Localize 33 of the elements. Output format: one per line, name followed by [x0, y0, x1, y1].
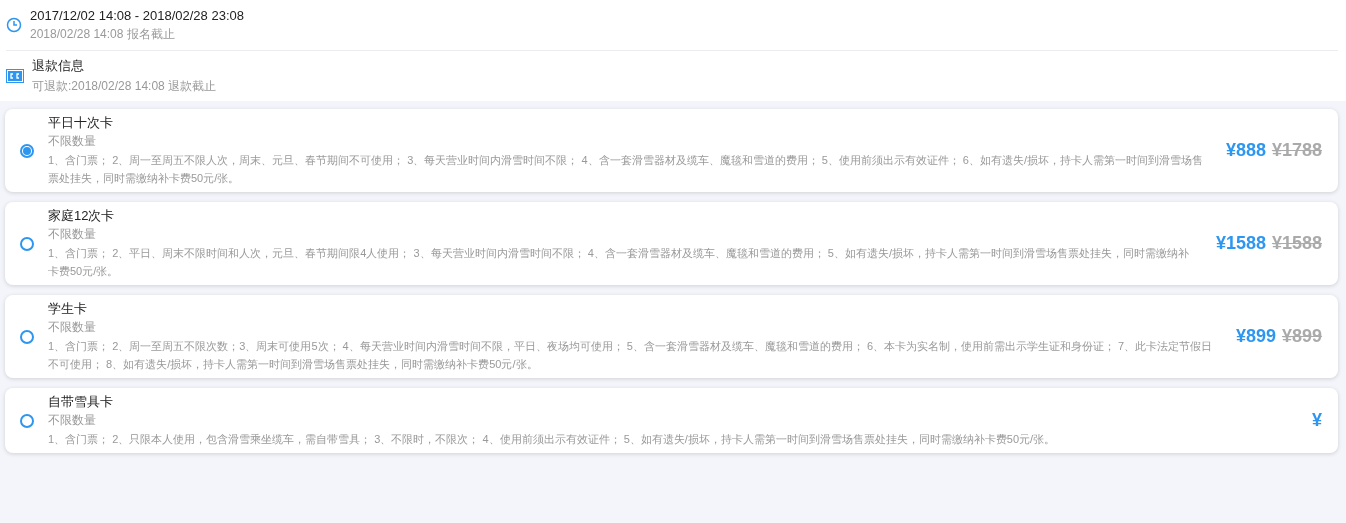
original-price: ¥899 — [1281, 326, 1322, 347]
price: ¥ — [1312, 410, 1322, 431]
info-title: 退款信息 — [32, 57, 85, 75]
price: ¥1588 — [1215, 233, 1266, 254]
price: ¥899 — [1235, 326, 1276, 347]
ticket-card[interactable]: 家庭12次卡 不限数量 1、含门票； 2、平日、周末不限时间和人次，元旦、春节期间限4人使用； 3、每天营业时间内滑雪时间不限； 4、含一套滑雪器材及缆车、魔毯和雪道的费用； 5、如有遗失/损坏，持卡人需第一时间到滑雪场售票处挂失，同时需缴纳补卡费50元/张。 ¥1588 ¥1588 — [5, 202, 1338, 285]
info-subtitle: 2018/02/28 14:08 报名截止 — [30, 25, 176, 43]
original-price: ¥1788 — [1271, 140, 1322, 161]
info-title: 2017/12/02 14:08 - 2018/02/28 23:08 — [30, 7, 244, 23]
ticket-card[interactable]: 自带雪具卡 不限数量 1、含门票； 2、只限本人使用，包含滑雪乘坐缆车，需自带雪具； 3、不限时，不限次； 4、使用前须出示有效证件； 5、如有遗失/损坏，持卡人需第一时间到滑雪场售票处挂失，同时需缴纳补卡费50元/张。 ¥ — [5, 388, 1338, 453]
ticket-card[interactable]: 学生卡 不限数量 1、含门票； 2、周一至周五不限次数；3、周末可使用5次； 4、每天营业时间内滑雪时间不限，平日、夜场均可使用； 5、含一套滑雪器材及缆车、魔毯和雪道的费用； 6、本卡为实名制，使用前需出示学生证和身份证； 7、此卡法定节假日不可使用； 8、如有遗失/损坏，持卡人需第一时间到滑雪场售票处挂失，同时需缴纳补卡费50元/张。 ¥899 ¥899 — [5, 295, 1338, 378]
ticket-card[interactable]: 平日十次卡 不限数量 1、含门票； 2、周一至周五不限人次，周末、元旦、春节期间不可使用； 3、每天营业时间内滑雪时间不限； 4、含一套滑雪器材及缆车、魔毯和雪道的费用； 5、使用前须出示有效证件； 6、如有遗失/损坏，持卡人需第一时间到滑雪场售票处挂失，同时需缴纳补卡费50元/张。 ¥888 ¥1788 — [5, 109, 1338, 192]
card-title: 家庭12次卡 — [48, 207, 116, 225]
clock-icon — [6, 17, 22, 33]
card-description: 1、含门票； 2、周一至周五不限次数；3、周末可使用5次； 4、每天营业时间内滑雪时间不限，平日、夜场均可使用； 5、含一套滑雪器材及缆车、魔毯和雪道的费用； 6、本卡为实名制，使用前需出示学生证和身份证； 7、此卡法定节假日不可使用； 8、如有遗失/损坏，持卡人需第一时间到滑雪场售票处挂失，同时需缴纳补卡费50元/张。 — [48, 339, 1214, 372]
cc-icon — [6, 69, 24, 83]
info-subtitle: 可退款:2018/02/28 14:08 退款截止 — [32, 78, 217, 95]
card-description: 1、含门票； 2、只限本人使用，包含滑雪乘坐缆车，需自带雪具； 3、不限时，不限次； 4、使用前须出示有效证件； 5、如有遗失/损坏，持卡人需第一时间到滑雪场售票处挂失，同时需缴纳补卡费50元/张。 — [48, 432, 1057, 447]
card-title: 学生卡 — [48, 300, 88, 318]
quantity-label: 不限数量 — [48, 319, 97, 336]
radio-button[interactable] — [20, 413, 34, 428]
card-title: 自带雪具卡 — [48, 393, 114, 411]
quantity-label: 不限数量 — [48, 412, 97, 429]
quantity-label: 不限数量 — [48, 226, 97, 243]
card-description: 1、含门票； 2、平日、周末不限时间和人次，元旦、春节期间限4人使用； 3、每天营业时间内滑雪时间不限； 4、含一套滑雪器材及缆车、魔毯和雪道的费用； 5、如有遗失/损坏，持卡人需第一时间到滑雪场售票处挂失，同时需缴纳补卡费50元/张。 — [48, 246, 1190, 279]
radio-button[interactable] — [20, 143, 34, 158]
card-description: 1、含门票； 2、周一至周五不限人次，周末、元旦、春节期间不可使用； 3、每天营业时间内滑雪时间不限； 4、含一套滑雪器材及缆车、魔毯和雪道的费用； 5、使用前须出示有效证件； 6、如有遗失/损坏，持卡人需第一时间到滑雪场售票处挂失，同时需缴纳补卡费50元/张。 — [48, 153, 1205, 186]
quantity-label: 不限数量 — [48, 133, 97, 150]
price: ¥888 — [1225, 140, 1266, 161]
radio-button[interactable] — [20, 329, 34, 344]
radio-button[interactable] — [20, 236, 34, 251]
card-title: 平日十次卡 — [48, 114, 114, 132]
original-price: ¥1588 — [1271, 233, 1322, 254]
